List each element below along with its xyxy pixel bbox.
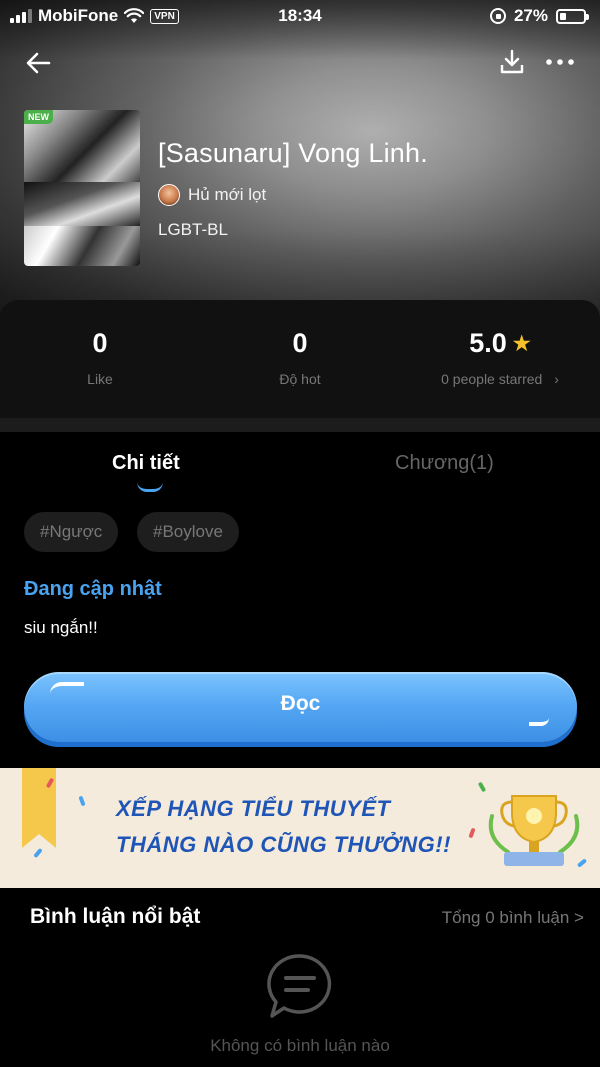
banner-line-1: XẾP HẠNG TIỂU THUYẾT bbox=[116, 796, 391, 821]
download-icon[interactable] bbox=[498, 48, 526, 76]
rating-label: 0 people starred bbox=[441, 371, 543, 387]
read-button[interactable]: Đọc bbox=[24, 672, 577, 742]
ranking-banner[interactable] bbox=[0, 768, 600, 888]
button-shine-bottom bbox=[529, 718, 549, 726]
author-name: Hủ mới lọt bbox=[188, 185, 267, 204]
book-cover[interactable]: NEW bbox=[24, 110, 140, 266]
hot-count: 0 bbox=[292, 328, 308, 358]
like-stat[interactable]: 0 Like bbox=[0, 328, 200, 387]
book-category[interactable]: LGBT-BL bbox=[158, 220, 228, 240]
cover-panel-middle bbox=[24, 182, 140, 226]
rotation-lock-icon bbox=[489, 8, 506, 24]
section-divider bbox=[0, 418, 600, 432]
read-button-label: Đọc bbox=[280, 692, 321, 715]
tag-boylove[interactable]: #Boylove bbox=[137, 512, 239, 552]
star-icon: ★ bbox=[512, 333, 531, 355]
tab-bar: Chi tiết Chương(1) bbox=[0, 432, 600, 502]
like-count: 0 bbox=[92, 328, 108, 358]
rating-stat[interactable]: 5.0 ★ 0 people starred › bbox=[400, 328, 600, 387]
chevron-right-icon: › bbox=[554, 371, 559, 387]
stats-card: 0 Like 0 Độ hot 5.0 ★ 0 people starred › bbox=[0, 300, 600, 418]
book-title: [Sasunaru] Vong Linh. bbox=[158, 138, 428, 168]
hot-label: Độ hot bbox=[279, 371, 321, 387]
like-label: Like bbox=[87, 371, 113, 387]
confetti-decoration bbox=[468, 827, 476, 839]
battery-percent: 27% bbox=[513, 6, 548, 25]
new-badge: NEW bbox=[24, 110, 53, 124]
confetti-decoration bbox=[78, 795, 86, 807]
tab-chapters[interactable]: Chương(1) bbox=[395, 452, 494, 475]
back-arrow-icon[interactable] bbox=[24, 48, 54, 78]
rating-value: 5.0 bbox=[469, 328, 507, 358]
tab-detail[interactable]: Chi tiết bbox=[112, 452, 180, 475]
author-link[interactable]: Hủ mới lọt bbox=[158, 184, 266, 206]
trophy-icon bbox=[488, 795, 580, 866]
tag-nguoc[interactable]: #Ngược bbox=[24, 512, 119, 552]
author-avatar bbox=[158, 184, 180, 206]
top-nav bbox=[0, 40, 600, 84]
banner-line-2: THÁNG NÀO CŨNG THƯỞNG!! bbox=[116, 832, 451, 857]
active-tab-indicator bbox=[137, 482, 163, 492]
book-description: siu ngắn!! bbox=[24, 618, 98, 637]
comments-total-link[interactable]: Tổng 0 bình luận > bbox=[442, 908, 584, 928]
update-status: Đang cập nhật bbox=[24, 578, 162, 600]
status-bar: MobiFone VPN 18:34 27% bbox=[0, 0, 600, 32]
battery-fill bbox=[560, 12, 566, 20]
battery-icon bbox=[556, 8, 589, 24]
comments-title: Bình luận nổi bật bbox=[30, 905, 201, 928]
more-dots-icon[interactable] bbox=[544, 48, 576, 76]
hot-stat: 0 Độ hot bbox=[200, 328, 400, 387]
confetti-decoration bbox=[33, 847, 43, 859]
empty-comments-text: Không có bình luận nào bbox=[210, 1036, 390, 1055]
cover-panel-bottom bbox=[24, 226, 140, 266]
comment-bubble-icon bbox=[267, 954, 332, 1018]
status-right: 27% bbox=[489, 6, 589, 26]
